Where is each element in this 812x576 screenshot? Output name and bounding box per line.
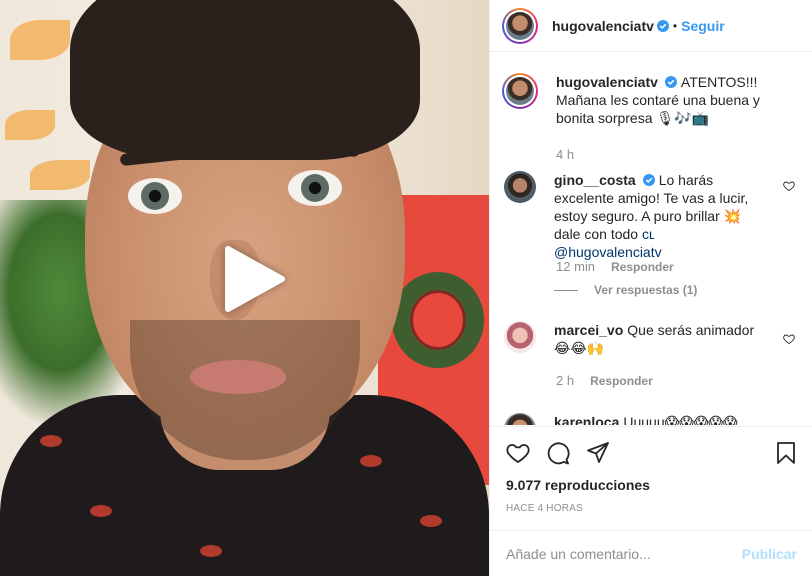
post-actions: 9.077 reproducciones HACE 4 HORAS	[490, 426, 812, 530]
comments-list[interactable]: hugovalenciatv ATENTOS!!! Mañana les cont…	[490, 53, 812, 425]
caption-time[interactable]: 4 h	[556, 147, 574, 162]
comment-time[interactable]: 2 h	[556, 373, 574, 388]
like-heart-icon[interactable]	[506, 441, 530, 465]
video-hair	[70, 0, 420, 160]
commenter-avatar[interactable]	[504, 171, 536, 203]
post-header: hugovalenciatv • Seguir	[490, 0, 812, 52]
commenter-avatar[interactable]	[504, 413, 536, 425]
caption-avatar[interactable]	[502, 73, 538, 109]
video-eye	[288, 170, 342, 206]
decor-leaf	[5, 110, 55, 140]
comment-input[interactable]	[506, 545, 742, 562]
commenter-avatar[interactable]	[504, 321, 536, 353]
comment-bubble-icon[interactable]	[546, 441, 570, 465]
comment-item: gino__costa Lo harás excelente amigo! Te …	[502, 171, 802, 261]
like-comment-heart-icon[interactable]	[783, 180, 795, 192]
bookmark-icon[interactable]	[775, 441, 797, 465]
add-comment-bar: Publicar	[490, 530, 812, 576]
author-avatar[interactable]	[502, 7, 538, 44]
post-side-panel: hugovalenciatv • Seguir hugovalenciatv AT…	[489, 0, 812, 576]
share-direct-icon[interactable]	[586, 441, 610, 465]
view-replies-button[interactable]: Ver respuestas (1)	[554, 283, 697, 297]
comment-text: Uuuuu😱😱😱😱😱	[623, 414, 738, 425]
caption: hugovalenciatv ATENTOS!!! Mañana les cont…	[502, 73, 802, 127]
publish-button[interactable]: Publicar	[742, 546, 797, 562]
decor-leaf	[10, 20, 70, 60]
post-video[interactable]	[0, 0, 489, 576]
play-icon	[225, 246, 285, 312]
follow-button[interactable]: Seguir	[681, 18, 725, 34]
comment-meta: 2 h Responder	[556, 373, 653, 388]
verified-icon	[656, 19, 669, 32]
video-wreath	[392, 272, 484, 368]
comment-item: karenloca Uuuuu😱😱😱😱😱	[502, 413, 802, 425]
decor-leaf	[30, 160, 90, 190]
author-username[interactable]: hugovalenciatv	[552, 18, 654, 34]
separator-dot: •	[672, 18, 678, 33]
reply-button[interactable]: Responder	[611, 260, 674, 274]
comment-time[interactable]: 12 min	[556, 259, 595, 274]
caption-meta: 4 h	[556, 147, 574, 162]
video-mouth	[190, 360, 286, 394]
like-comment-heart-icon[interactable]	[783, 333, 795, 345]
comment-username[interactable]: karenloca	[554, 414, 619, 425]
post-timestamp[interactable]: HACE 4 HORAS	[506, 503, 583, 514]
replies-divider	[554, 289, 578, 291]
comment-item: marcei_vo Que serás animador 😂😂🙌	[502, 321, 802, 357]
comment-username[interactable]: marcei_vo	[554, 322, 623, 338]
view-count[interactable]: 9.077 reproducciones	[506, 477, 650, 493]
verified-icon	[642, 174, 655, 186]
comment-meta: 12 min Responder	[556, 259, 674, 274]
caption-username[interactable]: hugovalenciatv	[556, 74, 658, 90]
video-eye	[128, 178, 182, 214]
play-button[interactable]	[219, 244, 289, 314]
view-replies-label: Ver respuestas (1)	[594, 283, 698, 297]
comment-username[interactable]: gino__costa	[554, 172, 636, 188]
reply-button[interactable]: Responder	[590, 374, 653, 388]
verified-icon	[664, 76, 677, 88]
